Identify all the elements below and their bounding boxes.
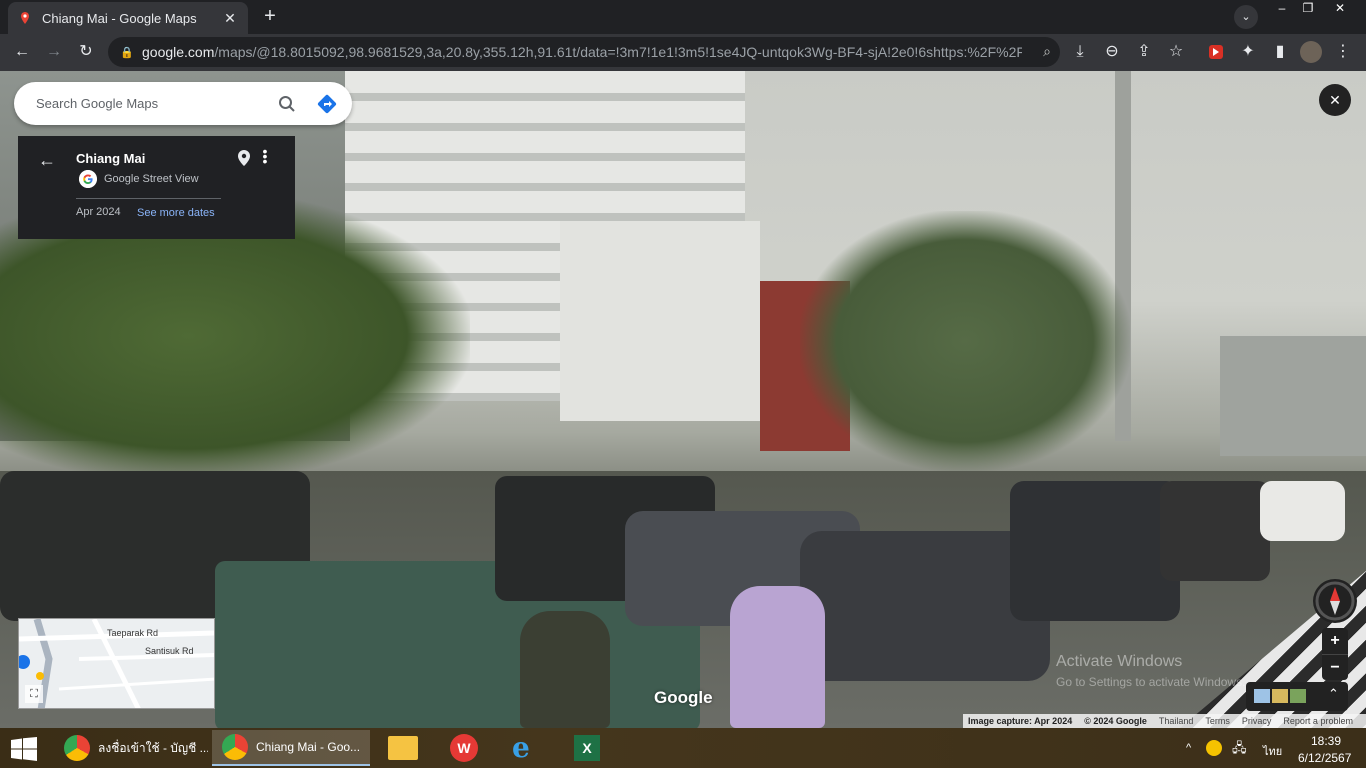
terms-link[interactable]: Terms (1205, 716, 1230, 726)
excel-button[interactable]: X (566, 730, 610, 766)
tab-search-chevron-icon[interactable]: ⌄ (1234, 5, 1258, 29)
restore-icon[interactable]: ❐ (1294, 0, 1322, 18)
more-options-icon[interactable]: • • • (262, 144, 268, 168)
excel-icon: X (574, 735, 600, 761)
report-problem-link[interactable]: Report a problem (1283, 716, 1353, 726)
wps-icon: W (450, 734, 478, 762)
motorcycle-rider-purple (730, 586, 825, 728)
back-arrow-icon[interactable]: ← (10, 40, 34, 64)
chrome-menu-icon[interactable]: ⋮ (1331, 40, 1355, 64)
share-icon[interactable]: ⇪ (1132, 40, 1156, 64)
taskbar-item-chrome-maps[interactable]: Chiang Mai - Goo... (212, 730, 370, 766)
browser-toolbar: ← → ↻ 🔒 google.com/maps/@18.8015092,98.9… (0, 34, 1366, 71)
window-close-icon[interactable]: ✕ (1326, 0, 1354, 18)
attribution-bar: Image capture: Apr 2024 © 2024 Google Th… (963, 714, 1366, 728)
minimize-icon[interactable]: – (1268, 0, 1296, 18)
activate-windows-watermark: Activate Windows (1056, 653, 1183, 670)
close-street-view-button[interactable]: ✕ (1319, 84, 1351, 116)
tray-app-icon[interactable] (1206, 740, 1222, 756)
back-arrow-icon[interactable]: ← (38, 150, 56, 171)
file-explorer-button[interactable] (380, 730, 424, 766)
install-app-icon[interactable]: ⤓ (1068, 40, 1092, 64)
internet-explorer-button[interactable]: e (504, 730, 548, 766)
far-building (1220, 336, 1366, 456)
layer-thumb[interactable] (1254, 689, 1270, 703)
wps-office-button[interactable]: W (442, 730, 486, 766)
side-panel-icon[interactable]: ▮ (1268, 40, 1292, 64)
new-tab-button[interactable]: + (258, 6, 282, 28)
layer-thumb[interactable] (1272, 689, 1288, 703)
dark-suv (1010, 481, 1180, 621)
windows-start-icon[interactable] (10, 737, 38, 761)
see-more-dates-link[interactable]: See more dates (137, 207, 215, 219)
google-g-icon (79, 170, 97, 188)
mini-map[interactable]: Taeparak Rd Santisuk Rd ⛶ (18, 618, 215, 709)
image-capture-text: Image capture: Apr 2024 (968, 716, 1073, 726)
layer-thumb[interactable] (1290, 689, 1306, 703)
compass-icon[interactable] (1313, 579, 1357, 623)
clock-date[interactable]: 6/12/2567 (1298, 751, 1351, 765)
browser-titlebar: Chiang Mai - Google Maps ✕ + ⌄ – ❐ ✕ (0, 0, 1366, 34)
tab-title: Chiang Mai - Google Maps (42, 10, 197, 26)
taskbar-item-label: Chiang Mai - Goo... (256, 740, 361, 754)
zoom-out-button[interactable]: − (1322, 654, 1348, 680)
card-divider (76, 198, 221, 199)
zoom-in-button[interactable]: + (1322, 628, 1348, 654)
language-indicator[interactable]: ไทย (1263, 742, 1282, 760)
provider-label: Google Street View (104, 173, 199, 185)
white-sedan (1260, 481, 1345, 541)
taskbar-item-chrome-signin[interactable]: ลงชื่อเข้าใช้ - บัญชี ... (54, 730, 208, 766)
search-icon[interactable]: ⌕ (1036, 39, 1058, 63)
folder-icon (388, 736, 418, 760)
copyright-text: © 2024 Google (1084, 716, 1147, 726)
extension-red-icon[interactable] (1204, 40, 1228, 64)
minimap-road-label: Santisuk Rd (145, 646, 194, 656)
browser-tab-active[interactable]: Chiang Mai - Google Maps ✕ (8, 2, 248, 34)
show-hidden-icons-icon[interactable]: ^ (1186, 742, 1191, 754)
url-text: google.com/maps/@18.8015092,98.9681529,3… (142, 44, 1022, 60)
zoom-controls: + − (1322, 628, 1348, 680)
windows-taskbar: ลงชื่อเข้าใช้ - บัญชี ... Chiang Mai - G… (0, 728, 1366, 768)
extensions-puzzle-icon[interactable]: ✦ (1236, 40, 1260, 64)
chrome-icon (222, 734, 248, 760)
street-view-info-card: ← Chiang Mai • • • Google Street View Apr … (18, 136, 295, 239)
network-icon[interactable]: 🖧 (1232, 739, 1247, 761)
address-bar[interactable]: 🔒 google.com/maps/@18.8015092,98.9681529… (108, 37, 1060, 67)
taskbar-item-label: ลงชื่อเข้าใช้ - บัญชี ... (98, 740, 208, 755)
clock-time[interactable]: 18:39 (1311, 734, 1341, 748)
place-title: Chiang Mai (76, 151, 146, 166)
google-maps-favicon-icon (21, 12, 29, 24)
tree-right (800, 211, 1130, 471)
lock-icon: 🔒 (120, 47, 134, 59)
search-icon[interactable] (272, 89, 302, 119)
maps-search-box[interactable]: Search Google Maps (14, 82, 352, 125)
bookmark-star-icon[interactable]: ☆ (1164, 40, 1188, 64)
directions-icon[interactable] (312, 89, 342, 119)
google-logo: Google (654, 688, 713, 707)
tab-close-icon[interactable]: ✕ (222, 10, 238, 27)
white-building (560, 221, 760, 421)
zoom-out-icon[interactable]: ⊖ (1100, 40, 1124, 64)
profile-avatar[interactable] (1299, 40, 1323, 64)
activate-windows-subtext: Go to Settings to activate Windows. (1056, 675, 1246, 689)
minimap-road-label: Taeparak Rd (107, 628, 159, 638)
expand-map-icon[interactable]: ⛶ (25, 685, 43, 703)
expand-up-icon[interactable]: ⌃ (1328, 686, 1339, 702)
street-view-panorama[interactable]: Search Google Maps ← Chiang Mai • • • Goog… (0, 71, 1366, 728)
forward-arrow-icon[interactable]: → (42, 40, 66, 64)
privacy-link[interactable]: Privacy (1242, 716, 1272, 726)
country-link[interactable]: Thailand (1159, 716, 1194, 726)
chrome-icon (64, 735, 90, 761)
location-pin-icon[interactable] (237, 149, 251, 167)
search-input[interactable]: Search Google Maps (36, 96, 272, 111)
capture-date: Apr 2024 (76, 206, 121, 218)
motorcycle-rider-dark (520, 611, 610, 728)
layers-thumbnails[interactable]: ⌃ (1246, 682, 1348, 711)
ie-icon: e (512, 731, 530, 764)
black-car (1160, 481, 1270, 581)
reload-icon[interactable]: ↻ (74, 40, 98, 64)
